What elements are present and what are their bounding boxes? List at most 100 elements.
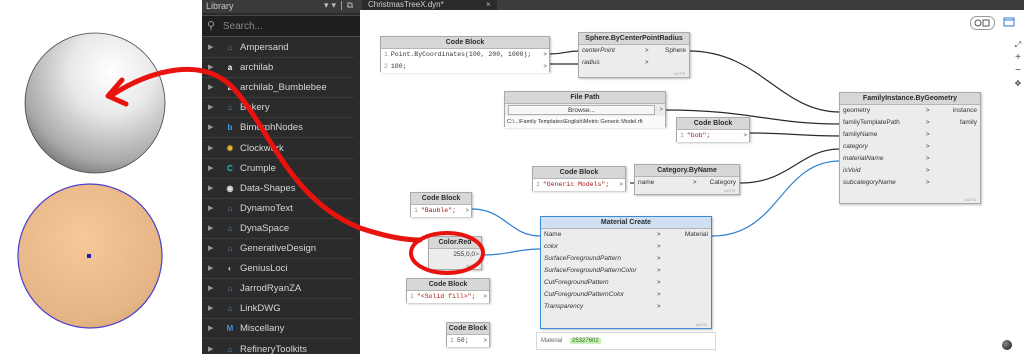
geometry-view-icon[interactable]	[1003, 17, 1015, 27]
output-port-family[interactable]: family	[960, 117, 977, 129]
sphere-grey-geometry[interactable]	[24, 32, 166, 174]
library-item[interactable]: ▶ ⌂ JarrodRyanZA	[202, 279, 354, 300]
node-familyinstance-bygeometry[interactable]: FamilyInstance.ByGeometry geometry > insta…	[839, 92, 981, 204]
expand-arrow-icon[interactable]: ▶	[208, 98, 213, 118]
input-port-name[interactable]: name	[638, 177, 654, 189]
expand-arrow-icon[interactable]: ▶	[208, 299, 213, 319]
library-item[interactable]: ▶ ⌂ RefineryToolkits	[202, 340, 354, 354]
port-row[interactable]: subcategoryName >	[840, 177, 980, 189]
node-code-block-generic-models[interactable]: Code Block 1 "Generic Models"; >	[532, 166, 626, 191]
library-item[interactable]: ▶ a archilab_Bumblebee	[202, 78, 354, 99]
output-port-icon[interactable]: >	[483, 335, 487, 347]
node-category-byname[interactable]: Category.ByName name > Category AUTO	[634, 164, 740, 195]
node-material-create[interactable]: Material Create Name > Material color > Surfa…	[540, 216, 712, 329]
input-port-name[interactable]: Name	[544, 229, 561, 241]
output-port-icon[interactable]: >	[465, 205, 469, 217]
output-port-icon[interactable]: >	[659, 104, 663, 116]
port-row[interactable]: CutForegroundPatternColor >	[541, 289, 711, 301]
code-line-1[interactable]: 1 "<Solid fill>"; >	[407, 291, 489, 303]
expand-arrow-icon[interactable]: ▶	[208, 239, 213, 259]
node-code-block-point[interactable]: Code Block 1 Point.ByCoordinates(100, 200…	[380, 36, 550, 73]
expand-arrow-icon[interactable]: ▶	[208, 139, 213, 159]
port-row[interactable]: radius >	[579, 57, 689, 69]
port-row[interactable]: SurfaceForegroundPattern >	[541, 253, 711, 265]
port-row[interactable]: materialName >	[840, 153, 980, 165]
port-row[interactable]: Name > Material	[541, 229, 711, 241]
library-item[interactable]: ▶ ⌂ LinkDWG	[202, 299, 354, 320]
code-line-1[interactable]: 1 Point.ByCoordinates(100, 200, 1000); >	[381, 49, 549, 61]
material-preview-bubble[interactable]: Material 25327602	[536, 332, 716, 350]
input-port-surfaceforegroundpattern[interactable]: SurfaceForegroundPattern	[544, 253, 621, 265]
node-color-red[interactable]: Color.Red 255,0,0 > AUTO	[428, 236, 482, 270]
input-port-transparency[interactable]: Transparency	[544, 301, 583, 313]
port-row[interactable]: SurfaceForegroundPatternColor >	[541, 265, 711, 277]
node-code-block-bob[interactable]: Code Block 1 "bob"; >	[676, 117, 750, 142]
expand-arrow-icon[interactable]: ▶	[208, 319, 213, 339]
input-port-familytemplatepath[interactable]: familyTemplatePath	[843, 117, 900, 129]
output-port-icon[interactable]: >	[475, 249, 479, 261]
expand-arrow-icon[interactable]: ▶	[208, 179, 213, 199]
port-row[interactable]: geometry > instance	[840, 105, 980, 117]
input-port-isvoid[interactable]: isVoid	[843, 165, 860, 177]
zoom-in-icon[interactable]: +	[1012, 51, 1024, 64]
input-port-subcategoryname[interactable]: subcategoryName	[843, 177, 896, 189]
library-item[interactable]: ▶ ⌂ DynaSpace	[202, 219, 354, 239]
library-item[interactable]: ▶ ⌂ GenerativeDesign	[202, 239, 354, 259]
input-port-category[interactable]: category	[843, 141, 868, 153]
output-port-icon[interactable]: >	[483, 291, 487, 303]
output-port-icon[interactable]: >	[543, 61, 547, 73]
graph-workspace[interactable]: ChristmasTreeX.dyn* × Code Block 1 Point.…	[360, 0, 1024, 354]
library-item[interactable]: ▶ C Crumple	[202, 159, 354, 179]
library-item[interactable]: ▶ ◐ GeniusLoci	[202, 259, 354, 280]
zoom-fit-icon[interactable]: ⤢	[1012, 38, 1024, 51]
input-port-geometry[interactable]: geometry	[843, 105, 870, 117]
expand-arrow-icon[interactable]: ▶	[208, 78, 213, 98]
expand-arrow-icon[interactable]: ▶	[208, 159, 213, 179]
expand-arrow-icon[interactable]: ▶	[208, 219, 213, 239]
port-row[interactable]: category >	[840, 141, 980, 153]
navigation-orb-icon[interactable]	[1002, 340, 1012, 350]
output-port-icon[interactable]: >	[543, 49, 547, 61]
port-row[interactable]: isVoid >	[840, 165, 980, 177]
input-port-radius[interactable]: radius	[582, 57, 600, 69]
code-line-1[interactable]: 1 50; >	[447, 335, 489, 347]
port-row[interactable]: color >	[541, 241, 711, 253]
output-port-material[interactable]: Material	[685, 229, 708, 241]
code-line-2[interactable]: 2 100; >	[381, 61, 549, 73]
library-tools-icon[interactable]: ▾▾∣⧉	[324, 0, 356, 11]
library-item[interactable]: ▶ ✹ Clockwork	[202, 139, 354, 159]
code-line-1[interactable]: 1 "Bauble"; >	[411, 205, 471, 217]
port-row[interactable]: Transparency >	[541, 301, 711, 313]
expand-arrow-icon[interactable]: ▶	[208, 279, 213, 299]
output-port-icon[interactable]: >	[619, 179, 623, 191]
node-code-block-50[interactable]: Code Block 1 50; >	[446, 322, 490, 347]
browse-button[interactable]: Browse...	[508, 105, 655, 115]
output-port-icon[interactable]: >	[743, 130, 747, 142]
library-item[interactable]: ▶ M Miscellany	[202, 319, 354, 340]
output-port-sphere[interactable]: Sphere	[665, 45, 686, 57]
input-port-cutforegroundpattern[interactable]: CutForegroundPattern	[544, 277, 609, 289]
pan-icon[interactable]: ✥	[1012, 77, 1024, 90]
node-file-path[interactable]: File Path Browse... > C:\...\Family Templ…	[504, 91, 666, 128]
node-code-block-bauble[interactable]: Code Block 1 "Bauble"; >	[410, 192, 472, 217]
library-item[interactable]: ▶ ⌂ Bakery	[202, 98, 354, 119]
library-item[interactable]: ▶ ⌂ DynamoText	[202, 199, 354, 219]
expand-arrow-icon[interactable]: ▶	[208, 199, 213, 219]
library-item[interactable]: ▶ b BimorphNodes	[202, 118, 354, 139]
port-row[interactable]: CutForegroundPattern >	[541, 277, 711, 289]
input-port-color[interactable]: color	[544, 241, 558, 253]
library-item[interactable]: ▶ ⌂ Ampersand	[202, 38, 354, 58]
expand-arrow-icon[interactable]: ▶	[208, 259, 213, 279]
output-row[interactable]: 255,0,0 >	[429, 249, 481, 261]
input-port-surfaceforegroundpatterncolor[interactable]: SurfaceForegroundPatternColor	[544, 265, 637, 277]
code-line-1[interactable]: 1 "Generic Models"; >	[533, 179, 625, 191]
expand-arrow-icon[interactable]: ▶	[208, 38, 213, 58]
library-item[interactable]: ▶ a archilab	[202, 58, 354, 79]
port-row[interactable]: centerPoint > Sphere	[579, 45, 689, 57]
expand-arrow-icon[interactable]: ▶	[208, 340, 213, 354]
code-line-1[interactable]: 1 "bob"; >	[677, 130, 749, 142]
zoom-out-icon[interactable]: −	[1012, 64, 1024, 77]
library-search-input[interactable]: ⚲ Search...	[202, 15, 360, 37]
input-port-familyname[interactable]: familyName	[843, 129, 877, 141]
output-port-instance[interactable]: instance	[953, 105, 977, 117]
